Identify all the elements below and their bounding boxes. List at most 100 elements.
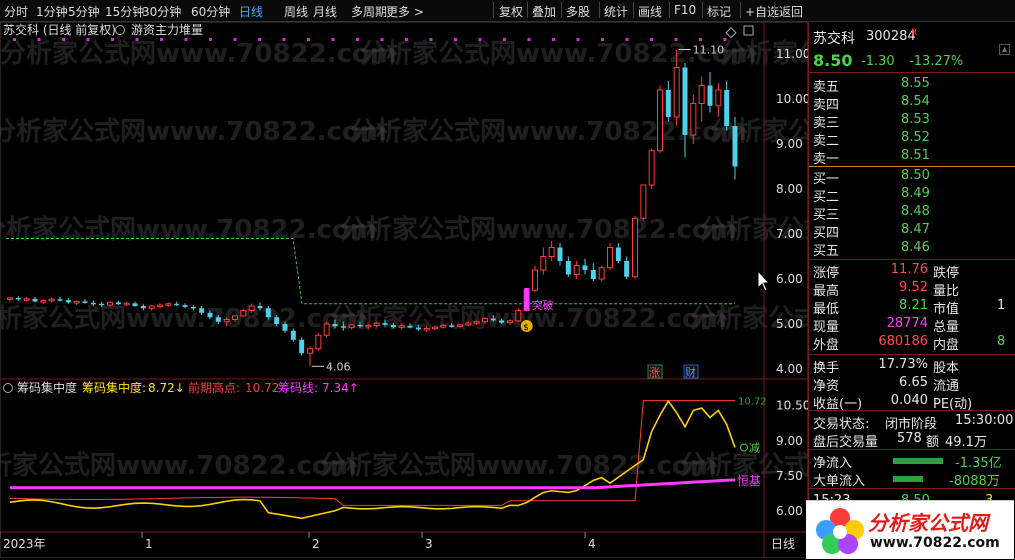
period-tab-10[interactable]: 更多 > <box>386 3 424 20</box>
toolbar-divider <box>633 2 634 18</box>
sub-top-marker: 10.72 <box>738 397 767 408</box>
settings-icon[interactable] <box>115 25 125 35</box>
candle-body <box>232 315 238 320</box>
sub-tick: 9.00 <box>776 434 803 448</box>
candle-body <box>165 303 172 306</box>
signal-dot <box>601 38 604 41</box>
signal-dot <box>405 38 408 41</box>
window-toggle-icon[interactable] <box>743 25 754 36</box>
candle-body <box>107 301 113 306</box>
signal-dot <box>454 38 457 41</box>
price-tick: 4.00 <box>776 362 803 376</box>
signal-dot <box>380 38 384 41</box>
action-1[interactable]: 叠加 <box>532 3 556 20</box>
candle-body <box>357 324 363 327</box>
period-tab-0[interactable]: 分时 <box>4 3 28 20</box>
scroll-up-icon[interactable]: ▴ <box>999 44 1010 55</box>
candle-body <box>15 297 21 300</box>
signal-dot <box>527 38 531 41</box>
action-0[interactable]: 复权 <box>499 3 523 20</box>
quote-panel: 苏交科 300284 R ▴ 8.50 -1.30 -13.27% 卖五 8.55 卖四 8.54 卖… <box>808 22 1015 558</box>
candle-body <box>682 67 688 135</box>
candle-body <box>299 339 305 354</box>
candle-body <box>390 324 396 328</box>
stat-right-label-3: 总量 <box>933 320 960 335</box>
candle-body <box>582 265 588 270</box>
kline-chart[interactable]: 分析家公式网www.70822.com分析家公式网www.70822.com分析… <box>0 22 808 558</box>
candle <box>657 85 663 153</box>
x-tick: 1 <box>145 537 153 551</box>
candle-body <box>565 261 571 275</box>
candle <box>315 333 322 351</box>
candle-body <box>99 303 105 306</box>
period-tab-4[interactable]: 30分钟 <box>142 3 181 20</box>
period-tab-5[interactable]: 60分钟 <box>191 3 230 20</box>
ask-label-5: 卖五 <box>813 80 840 95</box>
toolbar-divider <box>669 2 670 18</box>
period-tab-2[interactable]: 5分钟 <box>68 3 100 20</box>
candle-body <box>240 310 247 317</box>
sub-settings-icon[interactable] <box>3 383 13 393</box>
stock-code: 300284 <box>866 29 916 44</box>
candle-body <box>415 327 421 330</box>
signal-dot <box>625 38 629 41</box>
candle-body <box>698 85 705 104</box>
candle-body <box>482 318 488 323</box>
ask-price-4: 8.54 <box>901 94 930 109</box>
divider <box>809 259 1015 260</box>
period-tab-6[interactable]: 日线 <box>239 3 263 20</box>
action-8[interactable]: 返回 <box>779 3 803 20</box>
x-tick: 4 <box>588 537 596 551</box>
candle-body <box>157 304 163 308</box>
action-3[interactable]: 统计 <box>604 3 628 20</box>
fund-value-1: 6.65 <box>899 375 928 390</box>
bid-price-4: 8.47 <box>901 222 930 237</box>
price-change: -1.30 <box>861 54 895 69</box>
candle-body <box>598 267 605 280</box>
toolbar-divider <box>774 2 775 18</box>
candle-body <box>365 324 372 328</box>
period-tab-1[interactable]: 1分钟 <box>36 3 68 20</box>
signal-dot <box>478 38 482 41</box>
signal-dot <box>552 38 555 41</box>
chip-line <box>10 478 736 490</box>
candle-body <box>132 303 138 306</box>
candle-body <box>148 305 155 309</box>
candle <box>632 216 638 279</box>
signal-dot <box>86 38 90 41</box>
after-label: 盘后交易量 <box>813 435 879 450</box>
ask-price-5: 8.55 <box>901 76 930 91</box>
breakout-bar <box>524 288 530 311</box>
candle-body <box>557 247 563 261</box>
period-tab-8[interactable]: 月线 <box>313 3 337 20</box>
candle-body <box>615 247 621 261</box>
candle <box>640 184 647 221</box>
divider <box>809 72 1015 73</box>
candle-body <box>140 306 146 309</box>
last-price: 8.50 <box>813 51 853 70</box>
action-4[interactable]: 画线 <box>638 3 662 20</box>
period-tab-3[interactable]: 15分钟 <box>105 3 144 20</box>
candle <box>607 243 613 270</box>
candle <box>590 263 596 282</box>
bid-price-1: 8.50 <box>901 168 930 183</box>
divider <box>809 488 1015 489</box>
signal-dot <box>307 38 310 41</box>
candle-body <box>657 89 663 152</box>
candle-body <box>90 302 96 305</box>
period-tab-7[interactable]: 周线 <box>284 3 308 20</box>
signal-dot <box>576 38 580 41</box>
event-tag-label: 财 <box>685 365 696 379</box>
price-tick: 10.00 <box>776 92 808 106</box>
period-tab-9[interactable]: 多周期 <box>351 3 387 20</box>
sub-tick: 7.50 <box>776 469 803 483</box>
action-6[interactable]: 标记 <box>707 3 731 20</box>
action-5[interactable]: F10 <box>674 3 696 17</box>
candle-body <box>340 326 346 328</box>
stat-value-4: 680186 <box>878 334 928 349</box>
candle-body <box>307 348 313 354</box>
ask-price-1: 8.51 <box>901 148 930 163</box>
price-tick: 5.00 <box>776 317 803 331</box>
legend-label: 前期高点: <box>188 380 240 395</box>
action-2[interactable]: 多股 <box>566 3 590 20</box>
